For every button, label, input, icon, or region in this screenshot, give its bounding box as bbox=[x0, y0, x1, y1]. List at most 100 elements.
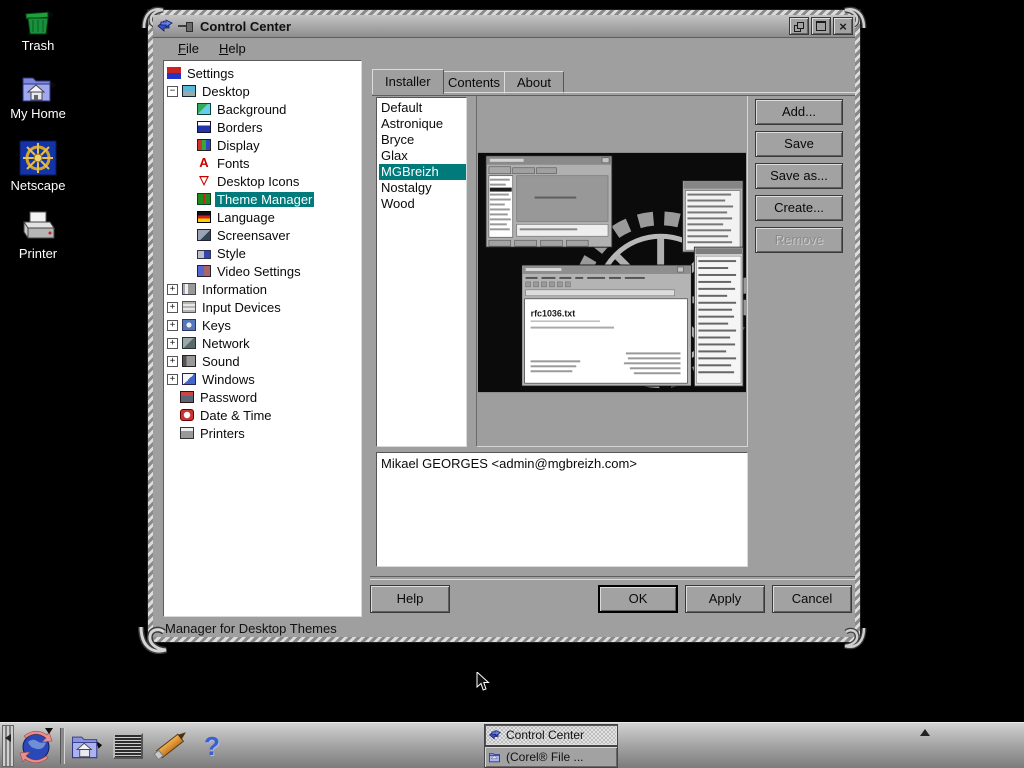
task-label: Control Center bbox=[506, 728, 585, 742]
tree-item-label: Password bbox=[200, 389, 258, 405]
preview-window-c: rfc1036.txt bbox=[521, 264, 692, 387]
tree-item-label: Printers bbox=[200, 425, 245, 441]
tree-item-label: Windows bbox=[202, 371, 255, 387]
theme-item-mgbreizh[interactable]: MGBreizh bbox=[379, 164, 466, 180]
theme-item-bryce[interactable]: Bryce bbox=[379, 132, 466, 148]
plus-expander-icon[interactable]: + bbox=[167, 301, 178, 313]
fonts-icon bbox=[197, 157, 211, 169]
add-button[interactable]: Add... bbox=[755, 99, 843, 125]
save-as-button[interactable]: Save as... bbox=[755, 163, 843, 189]
tree-item-printers[interactable]: Printers bbox=[167, 424, 361, 442]
theme-preview-panel: rfc1036.txt bbox=[476, 95, 748, 447]
maximize-button[interactable] bbox=[811, 17, 831, 35]
plus-expander-icon[interactable]: + bbox=[167, 355, 178, 367]
tree-item-screensaver[interactable]: Screensaver bbox=[167, 226, 361, 244]
tree-item-input-devices[interactable]: + Input Devices bbox=[167, 298, 361, 316]
minus-expander-icon[interactable]: − bbox=[167, 85, 178, 97]
tree-item-display[interactable]: Display bbox=[167, 136, 361, 154]
button-divider bbox=[370, 576, 855, 580]
tree-item-information[interactable]: + Information bbox=[167, 280, 361, 298]
display-icon bbox=[197, 139, 211, 151]
plus-expander-icon[interactable]: + bbox=[167, 337, 178, 349]
tree-item-video-settings[interactable]: Video Settings bbox=[167, 262, 361, 280]
tree-item-password[interactable]: Password bbox=[167, 388, 361, 406]
desktop-icon-label: Netscape bbox=[10, 178, 66, 193]
theme-item-nostalgy[interactable]: Nostalgy bbox=[379, 180, 466, 196]
preview-window-d bbox=[693, 246, 744, 387]
close-button[interactable]: × bbox=[833, 17, 853, 35]
tree-item-borders[interactable]: Borders bbox=[167, 118, 361, 136]
desktopicons-icon bbox=[197, 175, 211, 187]
pencil-icon bbox=[155, 733, 185, 759]
screensaver-icon bbox=[197, 229, 211, 241]
tree-item-label: Desktop Icons bbox=[217, 173, 300, 189]
theme-item-astronique[interactable]: Astronique bbox=[379, 116, 466, 132]
desktop-icon-netscape[interactable]: Netscape bbox=[0, 140, 76, 193]
help-panel-button[interactable]: ? bbox=[192, 726, 232, 766]
preview-window-a bbox=[485, 155, 613, 248]
tab-about[interactable]: About bbox=[504, 71, 564, 94]
tree-item-windows[interactable]: + Windows bbox=[167, 370, 361, 388]
terminal-button[interactable] bbox=[108, 726, 148, 766]
editor-button[interactable] bbox=[150, 726, 190, 766]
tree-item-desktop[interactable]: − Desktop bbox=[167, 82, 361, 100]
tree-item-theme-manager[interactable]: Theme Manager bbox=[167, 190, 361, 208]
k-menu-arrow-icon bbox=[45, 728, 53, 734]
theme-item-default[interactable]: Default bbox=[379, 100, 466, 116]
window-title: Control Center bbox=[200, 18, 291, 34]
tree-item-network[interactable]: + Network bbox=[167, 334, 361, 352]
tab-contents[interactable]: Contents bbox=[435, 71, 514, 94]
create-button[interactable]: Create... bbox=[755, 195, 843, 221]
sound-icon bbox=[182, 355, 196, 367]
terminal-icon bbox=[113, 733, 143, 759]
tree-item-label: Video Settings bbox=[217, 263, 301, 279]
desktop-icon-trash[interactable]: Trash bbox=[0, 4, 76, 53]
apply-button[interactable]: Apply bbox=[685, 585, 765, 613]
home-folder-icon bbox=[22, 77, 56, 102]
theme-item-glax[interactable]: Glax bbox=[379, 148, 466, 164]
tree-item-desktop-icons[interactable]: Desktop Icons bbox=[167, 172, 361, 190]
tree-item-label: Keys bbox=[202, 317, 231, 333]
tree-item-fonts[interactable]: Fonts bbox=[167, 154, 361, 172]
tree-item-label: Display bbox=[217, 137, 260, 153]
tree-item-label: Input Devices bbox=[202, 299, 281, 315]
panel-handle-left[interactable] bbox=[2, 725, 14, 767]
tree-item-label: Language bbox=[217, 209, 275, 225]
tree-item-label: Sound bbox=[202, 353, 240, 369]
k-menu-button[interactable] bbox=[16, 726, 56, 766]
help-button[interactable]: Help bbox=[370, 585, 450, 613]
save-button[interactable]: Save bbox=[755, 131, 843, 157]
tree-item-keys[interactable]: + Keys bbox=[167, 316, 361, 334]
iconify-button[interactable] bbox=[789, 17, 809, 35]
tree-item-label: Style bbox=[217, 245, 246, 261]
maximize-icon bbox=[816, 21, 826, 31]
ok-button[interactable]: OK bbox=[598, 585, 678, 613]
titlebar[interactable]: Control Center × bbox=[153, 15, 855, 38]
panel-hide-arrow-icon[interactable] bbox=[920, 729, 930, 736]
tree-item-sound[interactable]: + Sound bbox=[167, 352, 361, 370]
menu-help[interactable]: Help bbox=[219, 41, 246, 56]
sticky-pin-icon[interactable] bbox=[178, 22, 193, 32]
panel-separator bbox=[60, 728, 65, 764]
tree-item-settings[interactable]: Settings bbox=[167, 64, 361, 82]
task-label: (Corel® File ... bbox=[506, 750, 584, 764]
tree-item-language[interactable]: Language bbox=[167, 208, 361, 226]
plus-expander-icon[interactable]: + bbox=[167, 319, 178, 331]
desktop-icon-my-home[interactable]: My Home bbox=[0, 72, 76, 121]
task-control-center[interactable]: Control Center bbox=[484, 724, 618, 746]
plus-expander-icon[interactable]: + bbox=[167, 283, 178, 295]
tree-item-date-time[interactable]: Date & Time bbox=[167, 406, 361, 424]
theme-author-box: Mikael GEORGES <admin@mgbreizh.com> bbox=[376, 452, 748, 567]
menu-file[interactable]: File bbox=[178, 41, 199, 56]
home-button[interactable] bbox=[66, 726, 106, 766]
tab-installer[interactable]: Installer bbox=[372, 69, 444, 94]
desktop-icon-printer[interactable]: Printer bbox=[0, 210, 76, 261]
task-corel-file[interactable]: (Corel® File ... bbox=[484, 746, 618, 768]
theme-item-wood[interactable]: Wood bbox=[379, 196, 466, 212]
keys-icon bbox=[182, 319, 196, 331]
cancel-button[interactable]: Cancel bbox=[772, 585, 852, 613]
tree-item-style[interactable]: Style bbox=[167, 244, 361, 262]
statusbar: Manager for Desktop Themes bbox=[165, 621, 337, 636]
plus-expander-icon[interactable]: + bbox=[167, 373, 178, 385]
tree-item-background[interactable]: Background bbox=[167, 100, 361, 118]
